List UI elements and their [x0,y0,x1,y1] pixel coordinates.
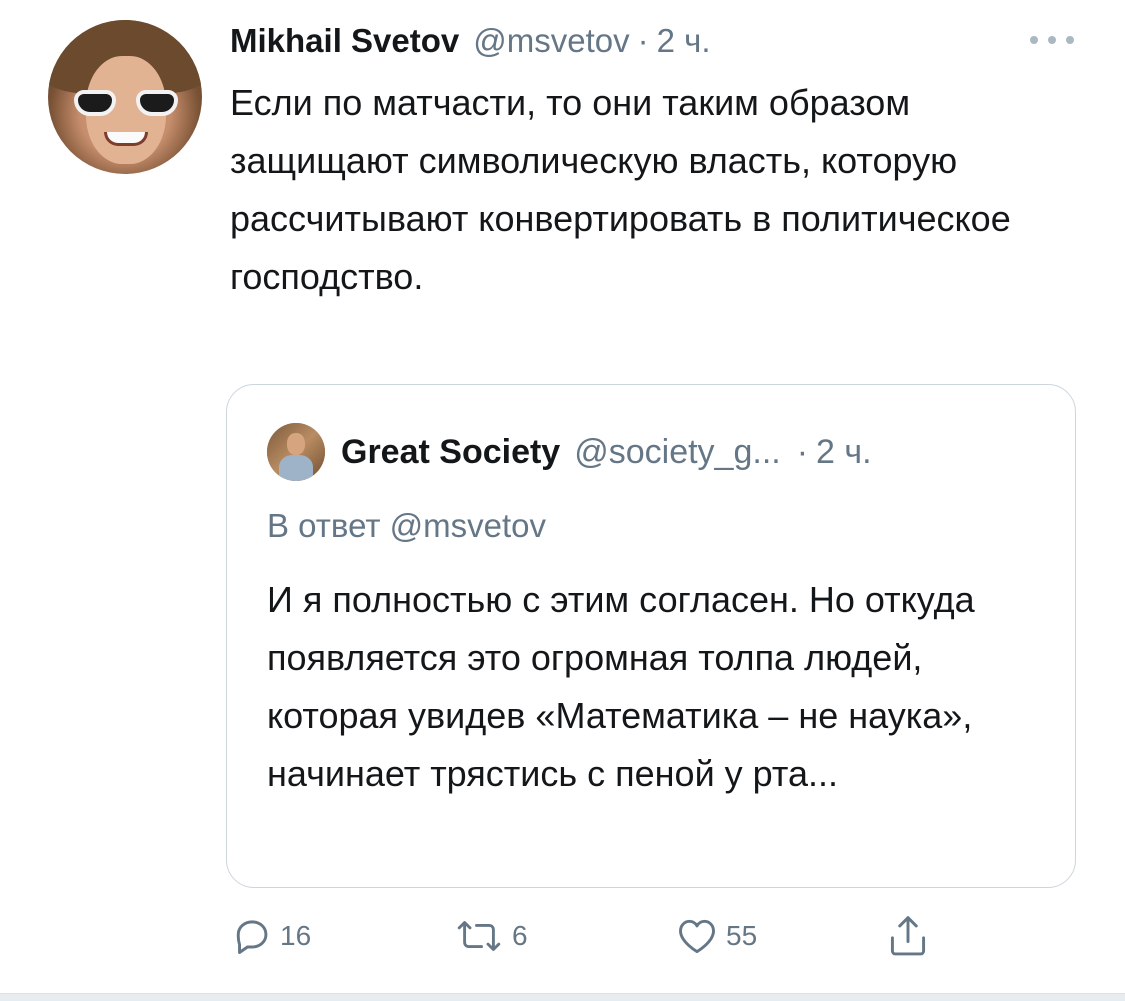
quoted-author-avatar[interactable] [267,423,325,481]
tweet-actions: 16 6 55 [230,914,950,964]
retweet-icon [457,921,501,951]
separator-dot: · [637,22,649,59]
quoted-tweet-header: Great Society @society_g... · 2 ч. [341,433,872,472]
quoted-author-name[interactable]: Great Society [341,433,560,472]
quoted-author-handle[interactable]: @society_g... [574,433,781,472]
retweet-count: 6 [512,920,528,951]
like-button[interactable]: 55 [674,914,757,958]
like-count: 55 [726,920,758,951]
heart-icon [679,919,715,954]
bottom-divider [0,993,1125,1001]
author-avatar[interactable] [48,20,202,174]
quoted-tweet[interactable]: Great Society @society_g... · 2 ч. В отв… [226,384,1076,888]
reply-to-label: В ответ @msvetov [267,507,546,544]
quoted-tweet-time[interactable]: 2 ч. [816,433,872,472]
share-button[interactable] [886,914,930,958]
separator-dot: · [796,433,809,471]
author-name[interactable]: Mikhail Svetov [230,22,459,60]
more-icon[interactable] [1030,36,1074,46]
retweet-button[interactable]: 6 [452,914,528,958]
author-handle[interactable]: @msvetov [473,22,629,60]
share-icon [890,916,926,956]
quoted-tweet-text: И я полностью с этим согласен. Но откуда… [267,579,975,794]
tweet-time[interactable]: 2 ч. [657,22,711,60]
tweet-text: Если по матчасти, то они таким образом з… [230,82,1011,297]
tweet[interactable]: Mikhail Svetov @msvetov · 2 ч. Если по м… [0,0,1125,1001]
tweet-header: Mikhail Svetov @msvetov · 2 ч. [230,22,711,62]
reply-icon [236,920,268,954]
reply-button[interactable]: 16 [230,914,311,958]
reply-count: 16 [280,920,312,951]
